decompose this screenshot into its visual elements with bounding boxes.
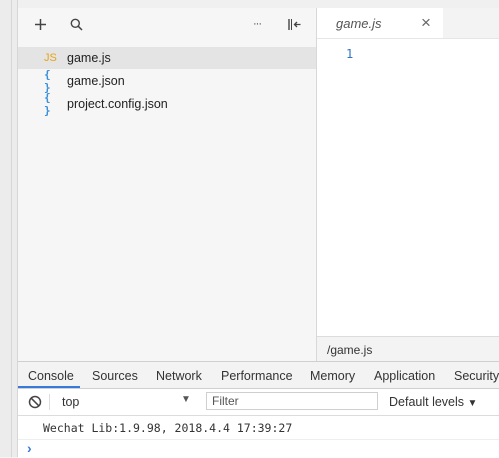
log-levels-label: Default levels xyxy=(389,395,465,409)
tab-application[interactable]: Application xyxy=(374,369,435,383)
divider xyxy=(49,394,50,410)
js-file-icon: JS xyxy=(44,52,57,64)
file-explorer: ··· JS game.js { } game.json { } project… xyxy=(18,8,317,361)
clear-console-icon[interactable] xyxy=(28,395,42,409)
tab-memory[interactable]: Memory xyxy=(310,369,355,383)
close-icon[interactable]: × xyxy=(421,13,431,33)
collapse-panel-icon[interactable] xyxy=(284,14,304,34)
tab-game-js[interactable]: game.js × xyxy=(317,8,443,38)
caret-down-icon: ▼ xyxy=(467,398,478,409)
file-label: game.json xyxy=(67,74,125,88)
gutter-divider xyxy=(11,0,12,457)
top-strip xyxy=(18,0,499,8)
editor-tab-bar: game.js × xyxy=(317,8,499,39)
json-file-icon: { } xyxy=(44,91,51,117)
more-options-button[interactable]: ··· xyxy=(247,14,267,34)
tab-security[interactable]: Security xyxy=(454,369,499,383)
file-label: project.config.json xyxy=(67,97,168,111)
line-number: 1 xyxy=(346,47,354,61)
tab-title: game.js xyxy=(336,16,382,31)
caret-down-icon[interactable]: ▼ xyxy=(181,394,191,405)
code-editor: game.js × 1 /game.js xyxy=(317,8,499,362)
tab-sources[interactable]: Sources xyxy=(92,369,138,383)
devtools-tab-bar: Console Sources Network Performance Memo… xyxy=(18,362,499,389)
log-levels-dropdown[interactable]: Default levels ▼ xyxy=(389,395,477,409)
prompt-chevron-icon: › xyxy=(27,440,32,456)
console-message-text: Wechat Lib:1.9.98, 2018.4.4 17:39:27 xyxy=(43,421,293,435)
active-tab-indicator xyxy=(18,386,80,388)
plus-icon[interactable] xyxy=(30,14,50,34)
filter-input[interactable] xyxy=(206,392,378,410)
file-item-project-config[interactable]: { } project.config.json xyxy=(18,91,316,117)
file-label: game.js xyxy=(67,51,111,65)
file-path: /game.js xyxy=(327,343,373,357)
devtools-panel: Console Sources Network Performance Memo… xyxy=(18,361,499,458)
file-item-game-json[interactable]: { } game.json xyxy=(18,68,316,94)
console-message: Wechat Lib:1.9.98, 2018.4.4 17:39:27 xyxy=(18,416,499,440)
tab-network[interactable]: Network xyxy=(156,369,202,383)
tab-performance[interactable]: Performance xyxy=(221,369,293,383)
search-icon[interactable] xyxy=(66,14,86,34)
tab-console[interactable]: Console xyxy=(28,369,74,383)
explorer-toolbar: ··· xyxy=(18,8,316,39)
console-prompt[interactable]: › xyxy=(18,440,499,458)
context-selector[interactable]: top xyxy=(62,395,79,409)
editor-status-bar: /game.js xyxy=(317,336,499,362)
left-gutter xyxy=(0,0,18,457)
console-filter-bar: top ▼ Default levels ▼ xyxy=(18,389,499,416)
file-item-game-js[interactable]: JS game.js xyxy=(18,47,316,69)
